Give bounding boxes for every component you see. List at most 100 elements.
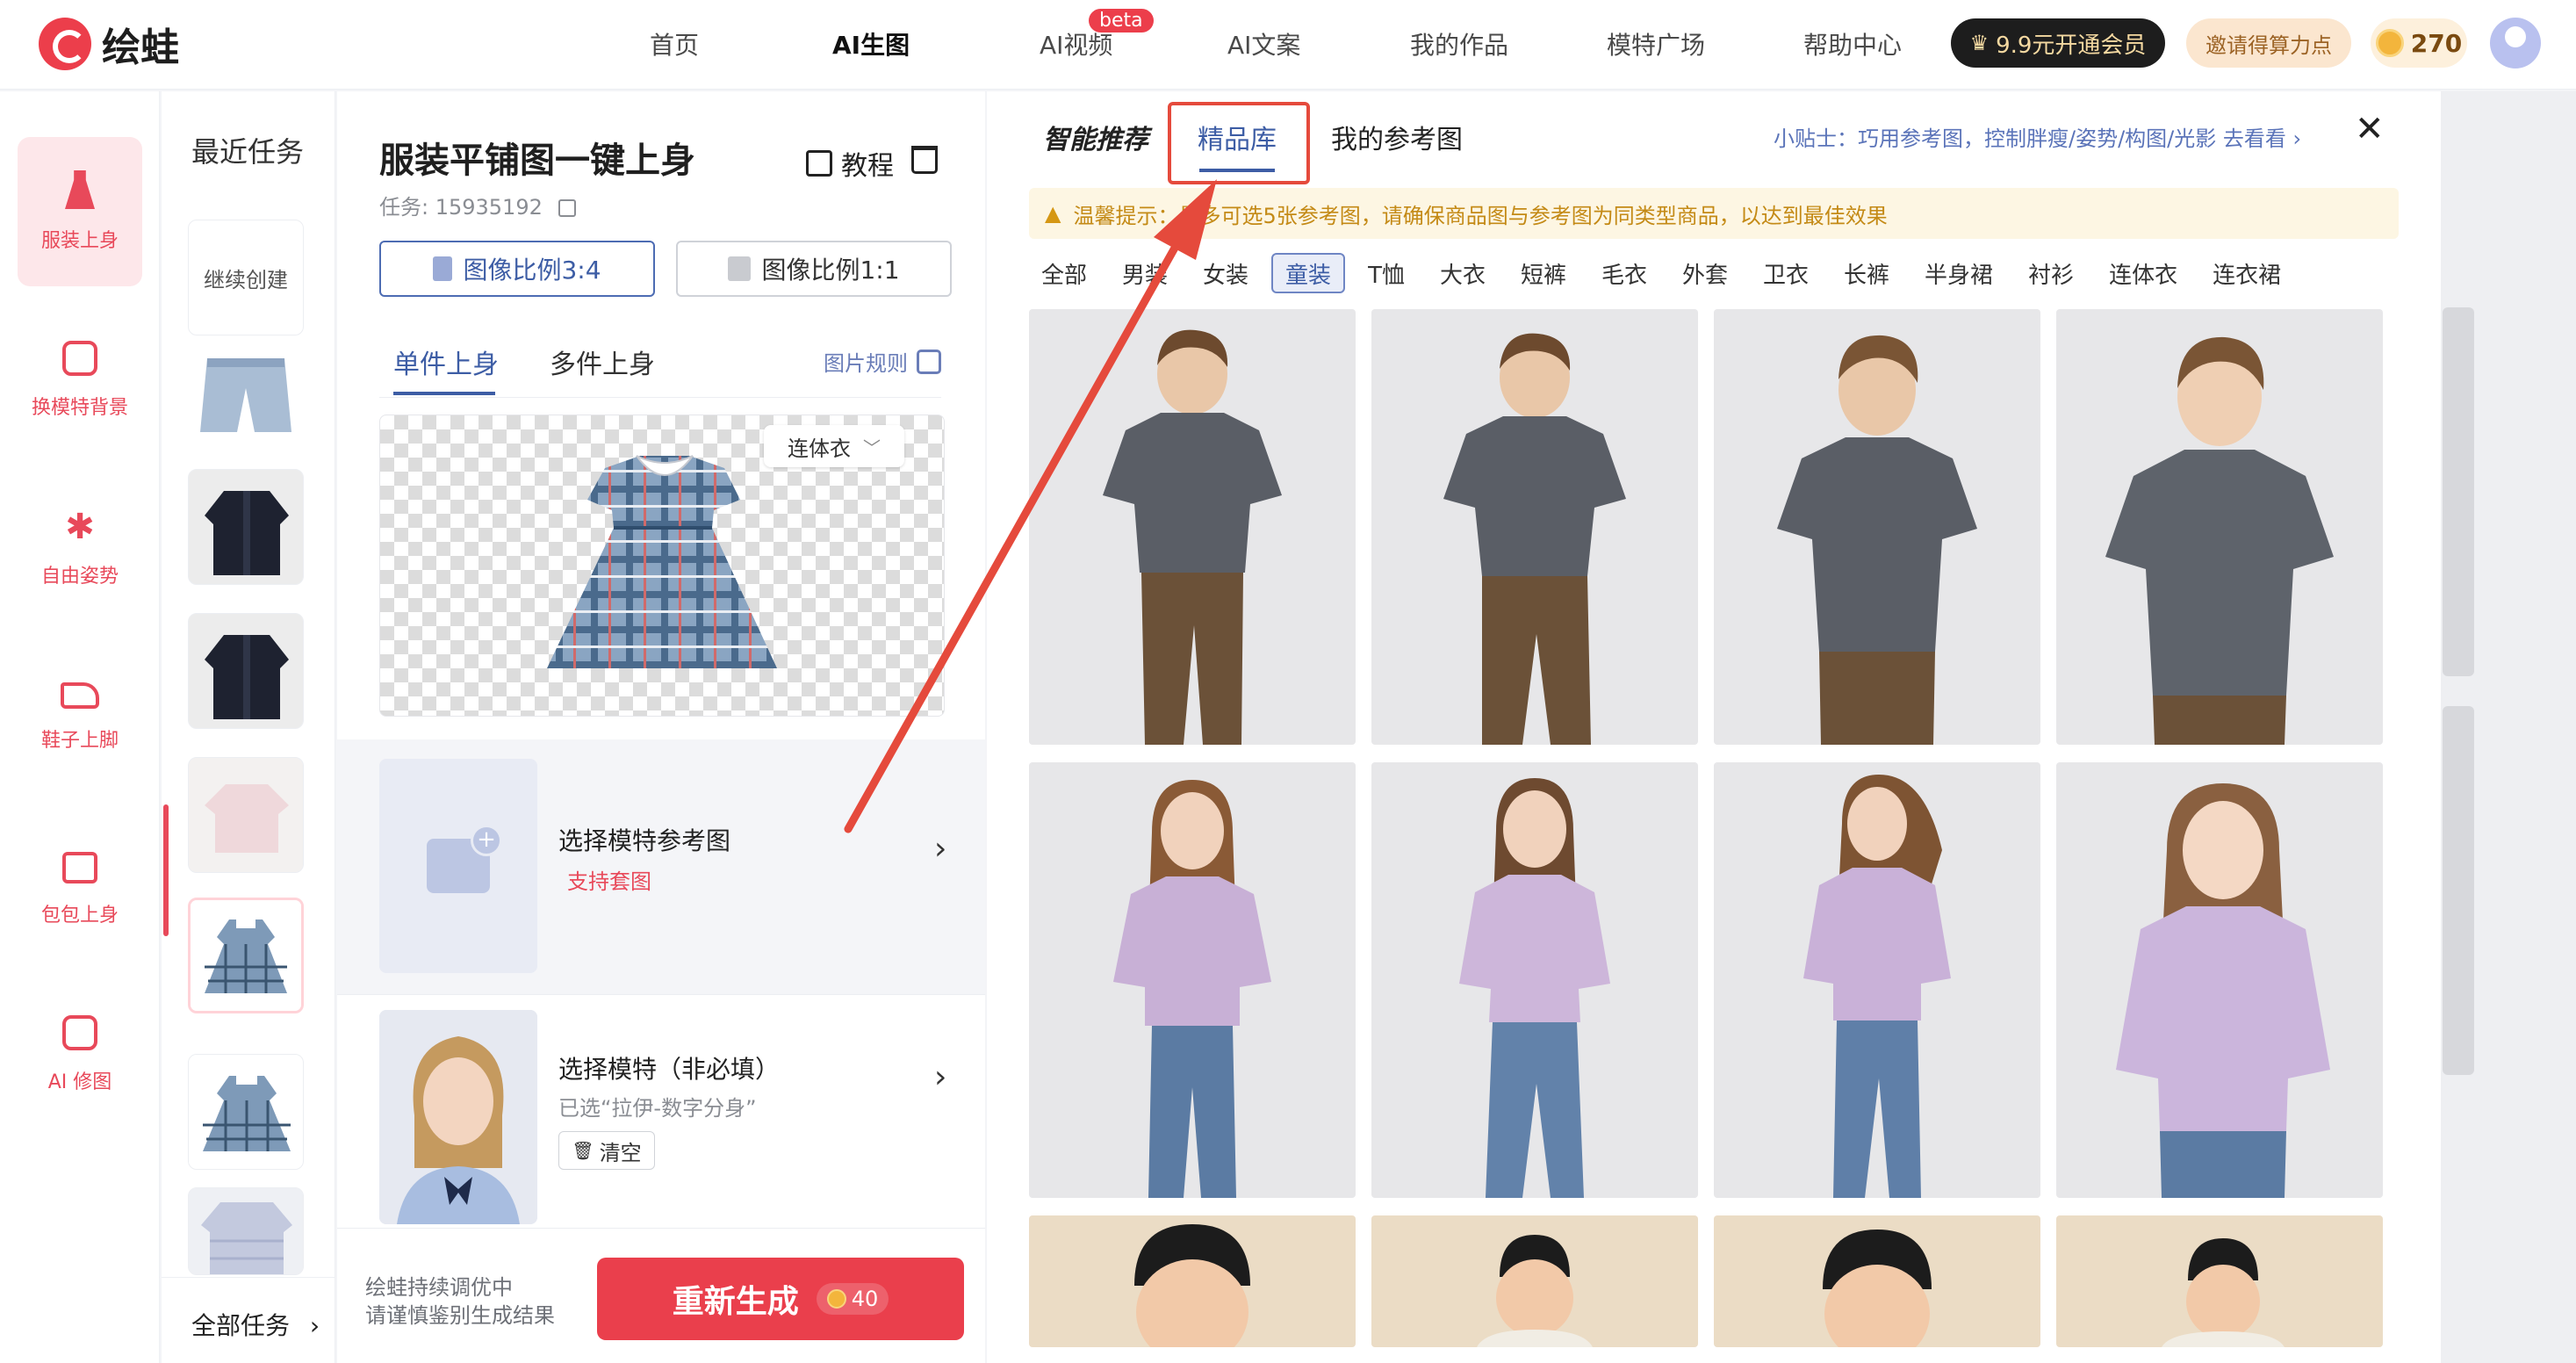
puffer-jacket-image	[189, 1188, 303, 1274]
clear-model-button[interactable]: 🗑 清空	[558, 1131, 655, 1170]
nav-model-square[interactable]: 模特广场	[1607, 26, 1705, 61]
task-thumb-shorts[interactable]	[188, 353, 304, 437]
tab-multi-piece[interactable]: 多件上身	[550, 343, 655, 381]
sidebar-item-shoes[interactable]: 鞋子上脚	[18, 643, 142, 792]
reference-image[interactable]	[1029, 762, 1356, 1198]
logo-text: 绘蛙	[102, 25, 179, 70]
category-kidswear[interactable]: 童装	[1271, 253, 1346, 293]
regenerate-button[interactable]: 重新生成 40	[597, 1258, 964, 1340]
ratio-label: 图像比例1:1	[761, 256, 900, 285]
sidebar-item-clothing[interactable]: 服装上身	[18, 137, 142, 286]
reference-image[interactable]	[1714, 1215, 2040, 1347]
category-skirt[interactable]: 半身裙	[1912, 253, 2005, 293]
category-all[interactable]: 全部	[1029, 253, 1099, 293]
tutorial-link[interactable]: 教程	[806, 144, 894, 183]
category-shorts[interactable]: 短裤	[1508, 253, 1579, 293]
task-id-text: 任务: 15935192	[379, 195, 543, 220]
bag-icon	[62, 852, 97, 883]
nav-help-center[interactable]: 帮助中心	[1803, 26, 1902, 61]
nav-ai-image[interactable]: AI生图	[832, 26, 910, 61]
logo[interactable]: 绘蛙	[39, 16, 179, 72]
reference-image[interactable]	[1714, 762, 2040, 1198]
task-thumb-dress[interactable]	[188, 1054, 304, 1170]
girl-lavender-sweater-photo	[1803, 775, 1951, 1198]
sidebar-item-pose[interactable]: ✱ 自由姿势	[18, 474, 142, 624]
tab-smart-recommend[interactable]: 智能推荐	[1043, 118, 1148, 156]
category-dress[interactable]: 连衣裙	[2200, 253, 2293, 293]
task-thumb-jacket-2[interactable]	[188, 613, 304, 729]
reference-image[interactable]	[2056, 309, 2383, 745]
sidebar-item-retouch[interactable]: AI 修图	[18, 980, 142, 1129]
sweater-image	[189, 758, 303, 872]
sidebar-item-background[interactable]: 换模特背景	[18, 306, 142, 455]
close-icon[interactable]: ✕	[2355, 109, 2385, 149]
footer-note-line: 绘蛙持续调优中	[365, 1275, 513, 1300]
image-rules-link[interactable]: 图片规则	[824, 346, 941, 377]
ratio-3-4-button[interactable]: 图像比例3:4	[379, 241, 655, 297]
reference-image[interactable]	[2056, 1215, 2383, 1347]
model-portrait	[379, 1010, 537, 1224]
category-womenswear[interactable]: 女装	[1191, 253, 1261, 293]
chevron-right-icon: ›	[309, 1311, 320, 1340]
category-shirt[interactable]: 衬衫	[2016, 253, 2086, 293]
sidebar-item-bag[interactable]: 包包上身	[18, 811, 142, 961]
child-portrait-photo	[1477, 1235, 1593, 1347]
footer-note: 绘蛙持续调优中 请谨慎鉴别生成结果	[365, 1273, 555, 1330]
tutorial-label: 教程	[841, 151, 894, 182]
task-thumb-jacket-1[interactable]	[188, 469, 304, 585]
nav-my-works[interactable]: 我的作品	[1410, 26, 1508, 61]
category-trousers[interactable]: 长裤	[1831, 253, 1902, 293]
reference-title: 选择模特参考图	[558, 826, 731, 855]
config-panel: 服装平铺图一键上身 任务: 15935192 教程 图像比例3:4 图像比例1:…	[337, 91, 985, 1363]
category-hoodie[interactable]: 卫衣	[1751, 253, 1821, 293]
chevron-right-icon[interactable]: ›	[934, 831, 946, 867]
nav-home[interactable]: 首页	[650, 26, 699, 61]
ratio-1-1-button[interactable]: 图像比例1:1	[676, 241, 952, 297]
nav-ai-copy[interactable]: AI文案	[1227, 26, 1300, 61]
clear-label: 清空	[599, 1140, 642, 1165]
reference-image[interactable]	[1029, 1215, 1356, 1347]
tab-my-references[interactable]: 我的参考图	[1331, 118, 1463, 156]
model-selected-text: 已选“拉伊-数字分身”	[558, 1096, 757, 1121]
footer-note-line: 请谨慎鉴别生成结果	[365, 1303, 555, 1328]
tip-link[interactable]: 小贴士：巧用参考图，控制胖瘦/姿势/构图/光影 去看看 ›	[1774, 121, 2301, 152]
tool-sidebar: 服装上身 换模特背景 ✱ 自由姿势 鞋子上脚 包包上身 AI 修图	[0, 91, 160, 1363]
reference-image[interactable]	[2056, 762, 2383, 1198]
category-sweater[interactable]: 毛衣	[1589, 253, 1659, 293]
task-thumb-puffer[interactable]	[188, 1187, 304, 1275]
plaid-dress-image	[189, 1055, 303, 1169]
task-thumb-dress-selected[interactable]	[188, 898, 304, 1013]
reference-image[interactable]	[1371, 1215, 1698, 1347]
reference-image[interactable]	[1029, 309, 1356, 745]
continue-create-button[interactable]: 继续创建	[188, 220, 304, 335]
category-coat[interactable]: 大衣	[1428, 253, 1498, 293]
tab-single-piece[interactable]: 单件上身	[393, 343, 499, 381]
selected-model-image[interactable]	[379, 1010, 537, 1224]
warning-text: 温馨提示：最多可选5张参考图，请确保商品图与参考图为同类型商品，以达到最佳效果	[1073, 203, 1888, 228]
reference-image[interactable]	[1371, 309, 1698, 745]
reference-image[interactable]	[1714, 309, 2040, 745]
reference-subtitle: 支持套图	[567, 869, 651, 894]
ratio-label: 图像比例3:4	[463, 256, 601, 285]
sidebar-item-label: 换模特背景	[31, 397, 128, 419]
category-menswear[interactable]: 男装	[1110, 253, 1180, 293]
trash-icon[interactable]	[911, 146, 938, 174]
reference-image[interactable]	[1371, 762, 1698, 1198]
category-tshirt[interactable]: T恤	[1356, 253, 1417, 293]
chevron-right-icon[interactable]: ›	[934, 1059, 946, 1095]
copy-icon[interactable]	[558, 199, 576, 217]
reference-placeholder[interactable]	[379, 759, 537, 973]
category-jacket[interactable]: 外套	[1670, 253, 1740, 293]
user-avatar[interactable]	[2490, 18, 2541, 69]
page-title: 服装平铺图一键上身	[379, 141, 695, 181]
vip-button[interactable]: ♛ 9.9元开通会员	[1951, 18, 2165, 68]
warning-icon: ▲	[1045, 201, 1061, 226]
invite-button[interactable]: 邀请得算力点	[2186, 18, 2351, 68]
girl-lavender-sweater-photo	[2116, 783, 2330, 1198]
all-tasks-link[interactable]: 全部任务 ›	[191, 1307, 320, 1342]
category-onesie[interactable]: 连体衣	[2097, 253, 2190, 293]
points-badge[interactable]: 270	[2371, 18, 2467, 68]
task-thumb-sweater[interactable]	[188, 757, 304, 873]
recent-tasks-panel: 最近任务 继续创建 全部任务 ›	[162, 91, 335, 1363]
garment-type-select[interactable]: 连体衣 ﹀	[764, 425, 904, 467]
